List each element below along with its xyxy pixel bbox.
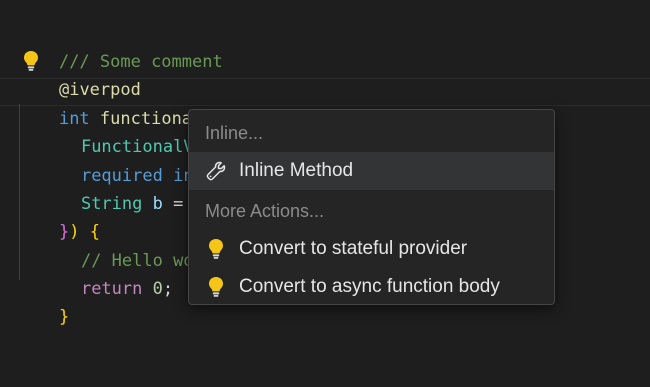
menu-header-more-actions: More Actions... bbox=[189, 192, 554, 230]
lightbulb-icon bbox=[205, 276, 227, 298]
code-line-9[interactable]: return 0; bbox=[40, 247, 173, 299]
brace-token: } bbox=[58, 307, 70, 327]
menu-item-label: Convert to stateful provider bbox=[239, 238, 468, 259]
menu-item-convert-stateful[interactable]: Convert to stateful provider bbox=[189, 230, 554, 268]
code-line-10[interactable]: } bbox=[18, 275, 69, 327]
code-actions-menu: Inline... Inline Method More Actions... … bbox=[188, 109, 555, 305]
menu-item-label: Convert to async function body bbox=[239, 276, 500, 297]
menu-item-convert-async[interactable]: Convert to async function body bbox=[189, 268, 554, 306]
code-line-1[interactable]: /// Some comment bbox=[18, 20, 223, 72]
menu-header-label: More Actions... bbox=[205, 200, 325, 221]
code-line-7[interactable]: }) { bbox=[18, 190, 100, 242]
menu-header-label: Inline... bbox=[205, 122, 264, 143]
menu-item-label: Inline Method bbox=[239, 160, 354, 181]
variable-token: b bbox=[152, 194, 163, 214]
code-line-3[interactable]: int functionalVariant( bbox=[18, 77, 284, 129]
keyword-token: return bbox=[80, 279, 143, 299]
menu-header-inline: Inline... bbox=[189, 114, 554, 152]
lightbulb-icon bbox=[205, 238, 227, 260]
number-token: 0 bbox=[152, 279, 163, 299]
semicolon-token: ; bbox=[162, 279, 174, 299]
menu-item-inline-method[interactable]: Inline Method bbox=[189, 152, 554, 190]
code-line-5[interactable]: required int bbox=[40, 134, 204, 186]
lightbulb-icon[interactable] bbox=[22, 50, 40, 72]
wrench-icon bbox=[205, 160, 227, 182]
